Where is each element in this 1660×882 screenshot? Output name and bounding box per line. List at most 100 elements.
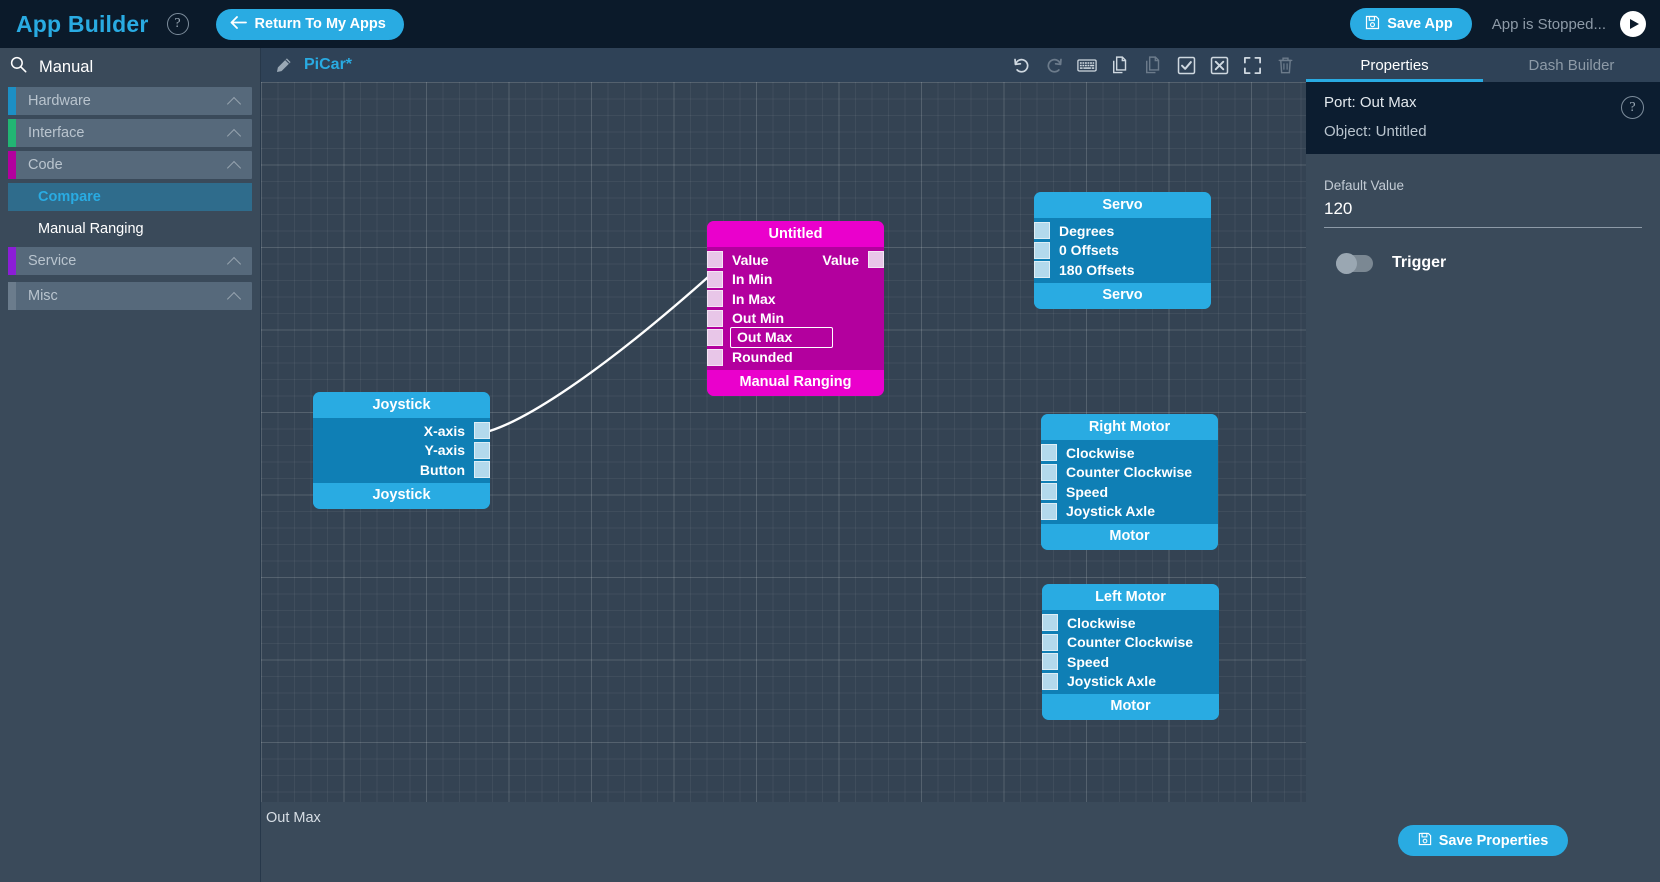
output-port[interactable]: Value bbox=[822, 251, 884, 269]
question-circle-icon[interactable]: ? bbox=[166, 13, 189, 35]
sidebar-category-label: Hardware bbox=[28, 93, 91, 109]
port-socket-icon[interactable] bbox=[1041, 483, 1057, 501]
port-socket-icon[interactable] bbox=[707, 251, 723, 269]
input-port-row[interactable]: Speed bbox=[1041, 482, 1218, 502]
sidebar-category-misc[interactable]: Misc bbox=[8, 282, 252, 310]
port-socket-icon[interactable] bbox=[1041, 502, 1057, 520]
port-socket-icon[interactable] bbox=[707, 309, 723, 327]
input-port-row[interactable]: 180 Offsets bbox=[1034, 260, 1211, 280]
copy-icon[interactable] bbox=[1109, 54, 1131, 76]
search-input[interactable]: Manual bbox=[39, 58, 93, 77]
input-port-row[interactable]: Counter Clockwise bbox=[1041, 463, 1218, 483]
input-port-row[interactable]: Speed bbox=[1042, 652, 1219, 672]
port-row[interactable]: Value Value bbox=[707, 250, 884, 270]
tab-dash-builder[interactable]: Dash Builder bbox=[1483, 48, 1660, 82]
chevron-up-icon bbox=[229, 128, 240, 139]
tab-label: Properties bbox=[1360, 56, 1429, 74]
sidebar-category-interface[interactable]: Interface bbox=[8, 119, 252, 147]
input-port-row[interactable]: Joystick Axle bbox=[1042, 672, 1219, 692]
save-app-button[interactable]: Save App bbox=[1350, 8, 1472, 40]
port-row[interactable]: Out Min bbox=[707, 309, 884, 329]
sidebar-category-service[interactable]: Service bbox=[8, 247, 252, 275]
input-port[interactable]: Rounded bbox=[707, 348, 793, 366]
port-socket-icon[interactable] bbox=[1034, 222, 1050, 240]
save-properties-button[interactable]: Save Properties bbox=[1397, 825, 1569, 856]
input-port[interactable]: In Max bbox=[707, 290, 776, 308]
play-circle-icon[interactable] bbox=[1620, 11, 1646, 37]
node-footer: Motor bbox=[1042, 694, 1219, 720]
node-left-motor[interactable]: Left Motor Clockwise Counter Clockwise Spee… bbox=[1042, 584, 1219, 720]
port-socket-icon[interactable] bbox=[1042, 614, 1058, 632]
tab-properties[interactable]: Properties bbox=[1306, 48, 1483, 82]
port-label: Clockwise bbox=[1066, 444, 1135, 461]
question-circle-icon[interactable]: ? bbox=[1621, 96, 1644, 119]
input-port-row[interactable]: Counter Clockwise bbox=[1042, 633, 1219, 653]
port-socket-icon[interactable] bbox=[1034, 241, 1050, 259]
input-port[interactable]: In Min bbox=[707, 270, 772, 288]
port-label: Joystick Axle bbox=[1067, 673, 1156, 690]
input-port[interactable]: Out Max bbox=[707, 327, 834, 349]
port-socket-icon[interactable] bbox=[1041, 463, 1057, 481]
port-socket-icon[interactable] bbox=[1041, 444, 1057, 462]
sidebar-item-compare[interactable]: Compare bbox=[8, 183, 252, 211]
default-value-input[interactable]: 120 bbox=[1324, 193, 1642, 228]
input-port-row[interactable]: Clockwise bbox=[1041, 443, 1218, 463]
output-port-row[interactable]: Y-axis bbox=[313, 441, 490, 461]
output-port-row[interactable]: Button bbox=[313, 460, 490, 480]
deselect-icon[interactable] bbox=[1208, 54, 1230, 76]
input-port[interactable]: Out Min bbox=[707, 309, 784, 327]
port-row[interactable]: In Max bbox=[707, 289, 884, 309]
sidebar-item-manual-ranging[interactable]: Manual Ranging bbox=[14, 215, 252, 243]
port-socket-icon[interactable] bbox=[1042, 653, 1058, 671]
node-canvas[interactable]: Untitled Value Value In Min In Max Out Min Out… bbox=[260, 82, 1306, 802]
port-row[interactable]: Rounded bbox=[707, 348, 884, 368]
node-servo[interactable]: Servo Degrees 0 Offsets 180 Offsets Servo bbox=[1034, 192, 1211, 309]
canvas-status-bar: Out Max bbox=[260, 802, 1306, 882]
port-socket-icon[interactable] bbox=[707, 270, 723, 288]
input-port-row[interactable]: Joystick Axle bbox=[1041, 502, 1218, 522]
node-body: Clockwise Counter Clockwise Speed Joystick … bbox=[1041, 440, 1218, 524]
input-port[interactable]: Value bbox=[707, 251, 769, 269]
port-socket-icon[interactable] bbox=[707, 290, 723, 308]
node-right-motor[interactable]: Right Motor Clockwise Counter Clockwise Spe… bbox=[1041, 414, 1218, 550]
port-socket-icon[interactable] bbox=[707, 329, 723, 347]
port-label: Joystick Axle bbox=[1066, 503, 1155, 520]
node-joystick[interactable]: Joystick X-axis Y-axis Button Joystick bbox=[313, 392, 490, 509]
select-all-icon[interactable] bbox=[1175, 54, 1197, 76]
port-socket-icon[interactable] bbox=[474, 422, 490, 440]
sidebar-search-row[interactable]: Manual bbox=[0, 51, 260, 83]
arrow-left-icon bbox=[230, 15, 247, 33]
port-socket-icon[interactable] bbox=[474, 441, 490, 459]
node-body: Value Value In Min In Max Out Min Out Max Roun… bbox=[707, 247, 884, 370]
input-port-row[interactable]: Degrees bbox=[1034, 221, 1211, 241]
floppy-disk-icon bbox=[1418, 832, 1432, 850]
port-line: Port: Out Max bbox=[1324, 94, 1417, 111]
port-socket-icon[interactable] bbox=[1042, 633, 1058, 651]
port-socket-icon[interactable] bbox=[474, 461, 490, 479]
trigger-toggle[interactable] bbox=[1336, 252, 1373, 274]
port-row[interactable]: In Min bbox=[707, 270, 884, 290]
node-manual-ranging[interactable]: Untitled Value Value In Min In Max Out Min Out… bbox=[707, 221, 884, 396]
port-row[interactable]: Out Max bbox=[707, 327, 884, 349]
input-port-row[interactable]: Clockwise bbox=[1042, 613, 1219, 633]
port-label: Rounded bbox=[732, 349, 793, 366]
port-label: Counter Clockwise bbox=[1067, 634, 1194, 651]
port-socket-icon[interactable] bbox=[1034, 261, 1050, 279]
port-socket-icon[interactable] bbox=[707, 348, 723, 366]
port-socket-icon[interactable] bbox=[1042, 672, 1058, 690]
chevron-up-icon bbox=[229, 160, 240, 171]
output-port-row[interactable]: X-axis bbox=[313, 421, 490, 441]
canvas-title[interactable]: PiCar* bbox=[304, 56, 352, 74]
port-label: Speed bbox=[1067, 653, 1110, 670]
keyboard-icon[interactable] bbox=[1076, 54, 1098, 76]
save-properties-label: Save Properties bbox=[1438, 832, 1549, 849]
undo-icon[interactable] bbox=[1010, 54, 1032, 76]
sidebar-category-hardware[interactable]: Hardware bbox=[8, 87, 252, 115]
sidebar-category-code[interactable]: Code bbox=[8, 151, 252, 179]
return-to-my-apps-button[interactable]: Return To My Apps bbox=[215, 8, 404, 40]
port-socket-icon[interactable] bbox=[868, 251, 884, 269]
fullscreen-icon[interactable] bbox=[1241, 54, 1263, 76]
sidebar-category-label: Service bbox=[28, 253, 77, 269]
pencil-icon[interactable] bbox=[275, 57, 292, 74]
input-port-row[interactable]: 0 Offsets bbox=[1034, 241, 1211, 261]
